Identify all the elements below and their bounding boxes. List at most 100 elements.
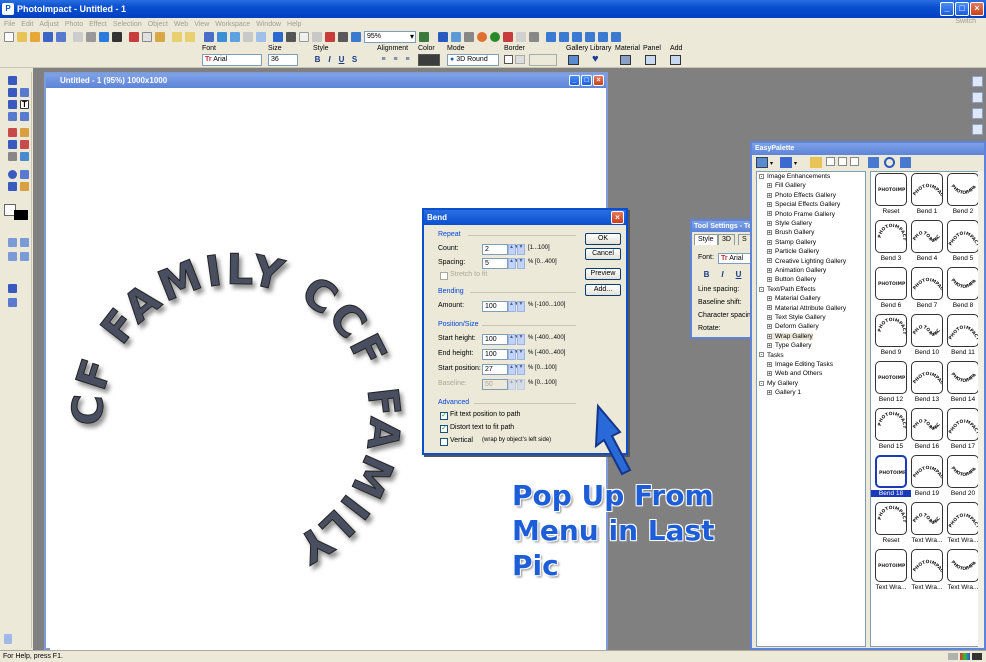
tree-item[interactable]: + Brush Gallery (767, 229, 814, 236)
expand-icon[interactable]: + (767, 183, 772, 189)
copy-icon[interactable] (142, 32, 152, 42)
tree-item[interactable]: + Gallery 1 (767, 389, 801, 396)
expand-icon[interactable]: + (767, 201, 772, 207)
fit-text-checkbox[interactable]: ✓ (440, 412, 448, 420)
eyedropper-tool-icon[interactable] (20, 170, 29, 179)
print-icon[interactable] (73, 32, 83, 42)
menu-object[interactable]: Object (148, 21, 168, 28)
underline-button[interactable]: U (337, 54, 346, 66)
new-gallery-icon[interactable] (850, 157, 859, 166)
end-height-input[interactable]: 100 (482, 349, 508, 360)
gallery-thumbnail[interactable]: PHOTOIMPACT (947, 220, 979, 253)
tree-item[interactable]: - Image Enhancements (759, 173, 830, 180)
border-checkbox[interactable] (504, 55, 513, 64)
italic-button[interactable]: I (325, 54, 334, 66)
spacing-spinner-icon[interactable]: ▲▼ (508, 258, 519, 269)
menu-effect[interactable]: Effect (89, 21, 107, 28)
tree-item[interactable]: + Particle Gallery (767, 248, 819, 255)
gallery-thumbnail[interactable]: PHOTOIMPACT (911, 220, 943, 253)
gallery-thumbnail[interactable]: PHOTOIMPACT (875, 502, 907, 535)
tree-item[interactable]: + Special Effects Gallery (767, 201, 840, 208)
tab-3d[interactable]: 3D (718, 234, 735, 245)
scan-icon[interactable] (99, 32, 109, 42)
gallery-thumbnail[interactable]: PHOTOIMPACT (947, 267, 979, 300)
doc-minimize-button[interactable]: _ (569, 75, 580, 86)
library-heart-icon[interactable]: ♥ (592, 53, 599, 65)
tree-item[interactable]: + Animation Gallery (767, 267, 826, 274)
guides-icon[interactable] (299, 32, 309, 42)
gallery-icon[interactable] (568, 55, 579, 65)
gallery-thumbnail[interactable]: PHOTOIMPACT (875, 408, 907, 441)
gallery-thumbnail[interactable]: PHOTOIMPACT (911, 361, 943, 394)
count-input[interactable]: 2 (482, 244, 508, 255)
align-left-icon[interactable]: ≡ (379, 54, 388, 66)
expand-icon[interactable]: + (767, 342, 772, 348)
align-right-icon[interactable]: ≡ (403, 54, 412, 66)
menu-help[interactable]: Help (287, 21, 301, 28)
ts-italic-button[interactable]: I (718, 269, 727, 281)
gallery-thumbnail[interactable]: PHOTOIMPACT (875, 455, 907, 488)
gallery-dropdown-icon[interactable]: ▾ (770, 160, 773, 167)
expand-icon[interactable]: + (767, 230, 772, 236)
bold-button[interactable]: B (313, 54, 322, 66)
web-icon[interactable] (230, 32, 240, 42)
crop-icon[interactable] (516, 32, 526, 42)
add-icon[interactable] (670, 55, 681, 65)
menu-adjust[interactable]: Adjust (39, 21, 58, 28)
expand-icon[interactable]: + (767, 220, 772, 226)
tree-item[interactable]: + Photo Frame Gallery (767, 211, 835, 218)
full-screen-icon[interactable] (351, 32, 361, 42)
border-color-swatch[interactable] (515, 55, 525, 64)
menu-photo[interactable]: Photo (65, 21, 83, 28)
view-icon[interactable] (243, 32, 253, 42)
ruler-icon[interactable] (312, 32, 322, 42)
resize-icon[interactable] (529, 32, 539, 42)
gallery-thumbnail[interactable]: PHOTOIMPACT (875, 220, 907, 253)
gallery-thumbnail[interactable]: PHOTOIMPACT (911, 408, 943, 441)
effect-icon[interactable] (503, 32, 513, 42)
folder-icon[interactable] (810, 157, 822, 168)
tree-item[interactable]: + Creative Lighting Gallery (767, 258, 846, 265)
path-tool-icon[interactable] (20, 182, 29, 191)
thumbnail-icon[interactable] (217, 32, 227, 42)
gallery-thumbnail[interactable]: PHOTOIMPACT (911, 502, 943, 535)
collapse-panel-icon[interactable] (4, 634, 12, 644)
close-button[interactable]: × (970, 2, 984, 16)
distribute-icon[interactable] (611, 32, 621, 42)
text-tool-icon[interactable]: T (20, 100, 29, 109)
grid-icon[interactable] (286, 32, 296, 42)
expand-icon[interactable]: + (767, 295, 772, 301)
collapse-icon[interactable]: - (759, 286, 764, 292)
menu-workspace[interactable]: Workspace (215, 21, 250, 28)
gallery-thumbnail[interactable]: PHOTOIMPACT (911, 314, 943, 347)
count-spinner-icon[interactable]: ▲▼ (508, 244, 519, 255)
end-height-spinner-icon[interactable]: ▲▼ (508, 349, 519, 360)
start-position-spinner-icon[interactable]: ▲▼ (508, 364, 519, 375)
gallery-thumbnail[interactable]: PHOTOIMPACT (947, 173, 979, 206)
panel-icon[interactable] (645, 55, 656, 65)
menu-selection[interactable]: Selection (113, 21, 142, 28)
gallery-thumbnail[interactable]: PHOTOIMPACT (875, 361, 907, 394)
brush-tool-icon[interactable] (20, 128, 29, 137)
arrange-icon[interactable] (273, 32, 283, 42)
move-front-icon[interactable] (572, 32, 582, 42)
gallery-thumbnail[interactable]: PHOTOIMPACT (911, 173, 943, 206)
baseline-dropdown-icon[interactable]: ▼ (517, 379, 525, 390)
expand-icon[interactable]: + (767, 248, 772, 254)
spacing-input[interactable]: 5 (482, 258, 508, 269)
line-tool-icon[interactable] (8, 182, 17, 191)
gallery-thumbnail[interactable]: PHOTOIMPACT (875, 267, 907, 300)
expand-icon[interactable]: + (767, 239, 772, 245)
open-icon[interactable] (17, 32, 27, 42)
actual-size-icon[interactable] (338, 32, 348, 42)
menu-file[interactable]: File (4, 21, 15, 28)
start-height-spinner-icon[interactable]: ▲▼ (508, 334, 519, 345)
paste-icon[interactable] (155, 32, 165, 42)
material-icon[interactable] (620, 55, 631, 65)
undo-icon[interactable] (172, 32, 182, 42)
gallery-thumbnail[interactable]: PHOTOIMPACT (947, 549, 979, 582)
tree-item[interactable]: + Material Gallery (767, 295, 821, 302)
tree-item[interactable]: + Image Editing Tasks (767, 361, 833, 368)
gallery-thumbnail[interactable]: PHOTOIMPACT (911, 455, 943, 488)
pick-tool-icon[interactable] (8, 76, 17, 85)
